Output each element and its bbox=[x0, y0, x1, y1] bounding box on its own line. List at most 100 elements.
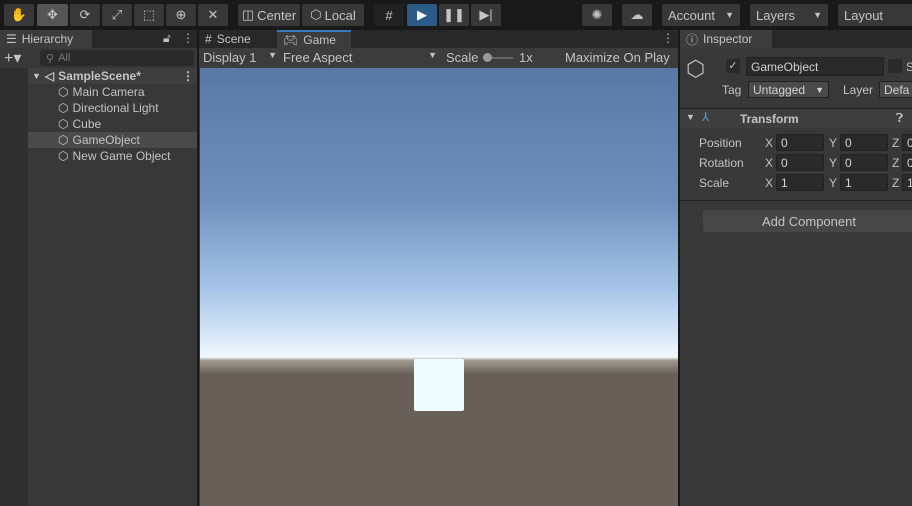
position-y-field[interactable]: 0 bbox=[840, 134, 888, 151]
item-label: Directional Light bbox=[72, 101, 159, 115]
chevron-down-icon: ▼ bbox=[815, 84, 824, 95]
scale-y-field[interactable]: 1 bbox=[840, 174, 888, 191]
hierarchy-panel: ☰ Hierarchy 🔓︎ ⋮ +▾ ⚲ All ▼ ◁ SampleScene* ⋮ … bbox=[0, 30, 197, 506]
move-tool-button[interactable]: ✥ bbox=[37, 4, 68, 26]
more-icon[interactable]: ⋮ bbox=[182, 31, 194, 45]
play-button[interactable]: ▶ bbox=[407, 4, 437, 26]
static-checkbox[interactable] bbox=[888, 59, 902, 73]
inspector-title: Inspector bbox=[703, 32, 753, 46]
scene-row[interactable]: ▼ ◁ SampleScene* ⋮ bbox=[0, 68, 197, 84]
list-item[interactable]: ⬡ GameObject bbox=[0, 132, 197, 148]
scale-x-field[interactable]: 1 bbox=[776, 174, 824, 191]
lock-icon[interactable]: 🔓︎ bbox=[163, 31, 171, 46]
object-name-input[interactable]: GameObject bbox=[746, 57, 884, 76]
pivot-toggle[interactable]: ◫ Center bbox=[238, 4, 300, 26]
active-checkbox[interactable]: ✓ bbox=[726, 59, 740, 73]
position-z-field[interactable]: 0 bbox=[902, 134, 912, 151]
layer-dropdown[interactable]: Defa bbox=[879, 81, 912, 98]
grid-snap-button[interactable]: # bbox=[374, 4, 404, 26]
help-icon[interactable]: ❓︎ bbox=[896, 111, 903, 126]
scale-slider[interactable] bbox=[483, 53, 513, 62]
game-toolbar: Display 1 ▼ Free Aspect ▼ Scale 1x Maximiz… bbox=[199, 48, 678, 68]
tab-game[interactable]: 🎮︎ Game bbox=[277, 30, 351, 48]
step-button[interactable]: ▶| bbox=[471, 4, 501, 26]
foldout-icon[interactable]: ▼ bbox=[686, 112, 695, 122]
grid-icon: # bbox=[385, 7, 393, 23]
tab-inspector[interactable]: ⓘ Inspector bbox=[680, 30, 772, 48]
divider bbox=[680, 200, 912, 201]
scale-tool-button[interactable]: ⤢ bbox=[102, 4, 132, 26]
z-label: Z bbox=[892, 176, 900, 190]
rotation-y-field[interactable]: 0 bbox=[840, 154, 888, 171]
layer-label: Layer bbox=[843, 83, 874, 97]
list-item[interactable]: ⬡ New Game Object bbox=[0, 148, 197, 164]
tag-dropdown[interactable]: Untagged ▼ bbox=[748, 81, 829, 98]
cube-icon: ⬡ bbox=[310, 7, 322, 22]
add-icon[interactable]: +▾ bbox=[4, 48, 21, 68]
maximize-toggle[interactable]: Maximize On Play bbox=[565, 50, 670, 65]
y-label: Y bbox=[829, 176, 838, 190]
main-toolbar: ✋ ✥ ⟳ ⤢ ⬚ ⊕ ✕ ◫ Center ⬡ Local # ▶ ❚❚ ▶| ✺… bbox=[0, 0, 912, 30]
gameobject-icon: ⬡ bbox=[58, 149, 69, 163]
list-item[interactable]: ⬡ Main Camera bbox=[0, 84, 197, 100]
pivot-icon: ◫ bbox=[241, 7, 255, 22]
display-dropdown[interactable]: Display 1 ▼ bbox=[203, 50, 277, 65]
item-label: GameObject bbox=[72, 133, 140, 147]
z-label: Z bbox=[892, 136, 900, 150]
transform-tool-button[interactable]: ⊕ bbox=[166, 4, 196, 26]
rotation-z-field[interactable]: 0 bbox=[902, 154, 912, 171]
tab-hierarchy[interactable]: ☰ Hierarchy bbox=[0, 30, 92, 48]
space-toggle[interactable]: ⬡ Local bbox=[302, 4, 364, 26]
game-panel: # Scene 🎮︎ Game ⋮ Display 1 ▼ Free Aspect ▼ … bbox=[199, 30, 678, 506]
services-button[interactable]: ✺ bbox=[582, 4, 612, 26]
more-icon[interactable]: ⋮ bbox=[662, 31, 674, 45]
tab-label: Game bbox=[303, 33, 336, 47]
gameobject-icon[interactable]: ⬡ bbox=[686, 56, 705, 82]
y-label: Y bbox=[829, 136, 838, 150]
layout-label: Layout bbox=[844, 7, 884, 23]
cloud-button[interactable]: ☁ bbox=[622, 4, 652, 26]
row-label: Position bbox=[699, 136, 742, 150]
value: 0 bbox=[781, 135, 788, 150]
aspect-dropdown[interactable]: Free Aspect ▼ bbox=[283, 50, 437, 65]
tab-label: Scene bbox=[216, 32, 251, 46]
list-item[interactable]: ⬡ Directional Light bbox=[0, 100, 197, 116]
position-x-field[interactable]: 0 bbox=[776, 134, 824, 151]
layers-dropdown[interactable]: Layers ▼ bbox=[750, 4, 828, 26]
gameobject-icon: ⬡ bbox=[58, 117, 69, 131]
expand-icon[interactable]: ▼ bbox=[32, 71, 41, 81]
object-name: GameObject bbox=[751, 59, 819, 74]
hierarchy-search-input[interactable]: ⚲ All bbox=[40, 50, 194, 66]
play-icon: ▶ bbox=[417, 7, 427, 22]
game-viewport[interactable] bbox=[200, 68, 678, 506]
rotation-x-field[interactable]: 0 bbox=[776, 154, 824, 171]
slider-thumb[interactable] bbox=[483, 53, 492, 62]
tab-scene[interactable]: # Scene bbox=[199, 30, 277, 48]
value: 1 bbox=[781, 175, 788, 190]
row-label: Rotation bbox=[699, 156, 744, 170]
rect-tool-button[interactable]: ⬚ bbox=[134, 4, 164, 26]
layers-label: Layers bbox=[756, 7, 796, 23]
hand-tool-button[interactable]: ✋ bbox=[4, 4, 34, 26]
transform-header[interactable]: ▼ ⅄ Transform ❓︎ bbox=[680, 108, 912, 128]
x-label: X bbox=[765, 136, 774, 150]
grid-icon: # bbox=[205, 32, 212, 46]
tag-label: Tag bbox=[722, 83, 742, 97]
list-item[interactable]: ⬡ Cube bbox=[0, 116, 197, 132]
pause-button[interactable]: ❚❚ bbox=[439, 4, 469, 26]
layout-dropdown[interactable]: Layout bbox=[838, 4, 912, 26]
info-icon: ⓘ bbox=[686, 32, 699, 47]
more-icon[interactable]: ⋮ bbox=[182, 69, 194, 83]
hierarchy-gutter bbox=[0, 68, 28, 506]
add-component-button[interactable]: Add Component bbox=[703, 210, 912, 232]
account-dropdown[interactable]: Account ▼ bbox=[662, 4, 740, 26]
gameobject-icon: ⬡ bbox=[58, 101, 69, 115]
account-label: Account bbox=[668, 7, 715, 23]
item-label: New Game Object bbox=[72, 149, 171, 163]
custom-tool-button[interactable]: ✕ bbox=[198, 4, 228, 26]
value: 0 bbox=[907, 135, 912, 150]
rotate-tool-button[interactable]: ⟳ bbox=[70, 4, 100, 26]
scale-z-field[interactable]: 1 bbox=[902, 174, 912, 191]
value: 1 bbox=[845, 175, 852, 190]
hierarchy-toolbar: +▾ ⚲ All bbox=[0, 48, 197, 68]
